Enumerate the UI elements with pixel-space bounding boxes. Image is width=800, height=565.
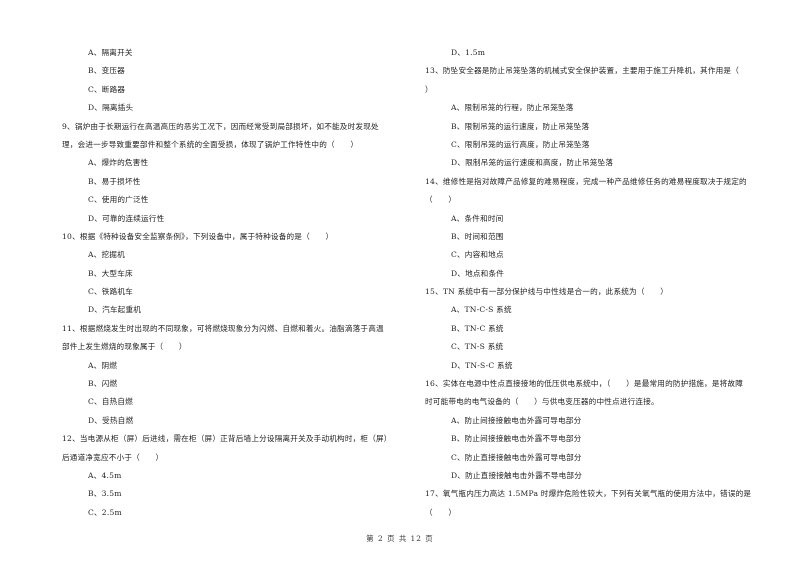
question-text: 16、实体在电源中性点直接接地的低压供电系统中，（ ）是最常用的防护措施，是将故… [425,379,744,389]
question-text: 12、当电源从柜（屏）后进线，需在柜（屏）正背后墙上分设隔离开关及手动机构时，柜… [62,434,392,444]
answer-option: D、防止直接接触电击外露不导电部分 [451,470,582,480]
answer-option: D、1.5m [451,48,486,57]
answer-option: D、地点和条件 [451,268,505,278]
question-text: 9、锅炉由于长期运行在高温高压的恶劣工况下，因而经常受到局部损坏，如不能及时发现… [62,121,379,131]
answer-option: B、时间和范围 [451,231,504,241]
answer-option: D、汽车起重机 [88,305,142,315]
answer-option: D、可靠的连续运行性 [88,213,165,223]
answer-option: C、防止直接接触电击外露可导电部分 [451,452,582,462]
left-column: A、隔离开关 B、变压器 C、断路器 D、隔离插头 9、锅炉由于长期运行在高温高压的恶劣… [62,44,407,522]
question-text: 17、氧气瓶内压力高达 1.5MPa 时爆炸危险性较大，下列有关氧气瓶的使用方法… [425,489,752,499]
question-text: （ ） [425,195,457,205]
answer-option: C、使用的广泛性 [88,195,149,205]
question-text: 理，会进一步导致重要部件和整个系统的全面受损，体现了锅炉工作特性中的（ ） [62,139,359,149]
question-text: 15、TN 系统中有一部分保护线与中性线是合一的，此系统为（ ） [425,287,669,297]
question-text: ） [425,84,433,94]
answer-option: C、内容和地点 [451,250,504,260]
answer-option: B、大型车床 [88,268,133,278]
question-text: 部件上发生燃烧的现象属于（ ） [62,342,187,352]
answer-option: B、变压器 [88,66,125,76]
question-text: 11、根据燃烧发生时出现的不同现象，可将燃烧现象分为闪燃、自燃和着火。油脂滴落于… [62,323,384,333]
question-text: 后通道净宽应不小于（ ） [62,452,164,462]
question-text: 13、防坠安全器是防止吊笼坠落的机械式安全保护装置，主要用于施工升降机，其作用是… [425,66,740,76]
answer-option: C、铁路机车 [88,287,133,297]
question-text: 14、维修性是指对故障产品修复的难易程度，完成一种产品维修任务的难易程度取决于规… [425,176,747,186]
answer-option: A、条件和时间 [451,213,504,223]
answer-option: B、闪燃 [88,379,118,389]
answer-option: D、TN-S-C 系统 [451,360,513,370]
answer-option: A、爆炸的危害性 [88,158,149,168]
answer-option: A、限制吊笼的行程，防止吊笼坠落 [451,103,574,113]
answer-option: B、易于损坏性 [88,176,141,186]
right-column: D、1.5m 13、防坠安全器是防止吊笼坠落的机械式安全保护装置，主要用于施工升降… [425,44,775,522]
answer-option: C、自热自燃 [88,397,133,407]
answer-option: A、4.5m [88,470,122,480]
answer-option: C、限制吊笼的运行高度，防止吊笼坠落 [451,139,590,149]
answer-option: C、断路器 [88,84,126,94]
answer-option: B、3.5m [88,489,122,499]
answer-option: A、阴燃 [88,360,118,370]
answer-option: D、限制吊笼的运行速度和高度，防止吊笼坠落 [451,158,614,168]
answer-option: A、防止间接接触电击外露可导电部分 [451,415,582,425]
answer-option: B、限制吊笼的运行速度，防止吊笼坠落 [451,121,590,131]
answer-option: C、TN-S 系统 [451,342,504,352]
question-text: 10、根据《特种设备安全监察条例》，下列设备中，属于特种设备的是（ ） [62,231,334,241]
answer-option: B、TN-C 系统 [451,323,504,333]
answer-option: A、挖掘机 [88,250,125,260]
answer-option: D、受热自燃 [88,415,134,425]
answer-option: B、防止间接接触电击外露不导电部分 [451,434,582,444]
answer-option: A、TN-C-S 系统 [451,305,512,315]
page-footer: 第 2 页 共 12 页 [366,534,434,543]
question-text: （ ） [425,507,457,517]
answer-option: A、隔离开关 [88,48,133,57]
question-text: 时可能带电的电气设备的（ ）与供电变压器的中性点进行连接。 [425,397,659,407]
answer-option: D、隔离插头 [88,103,134,113]
answer-option: C、2.5m [88,507,122,517]
